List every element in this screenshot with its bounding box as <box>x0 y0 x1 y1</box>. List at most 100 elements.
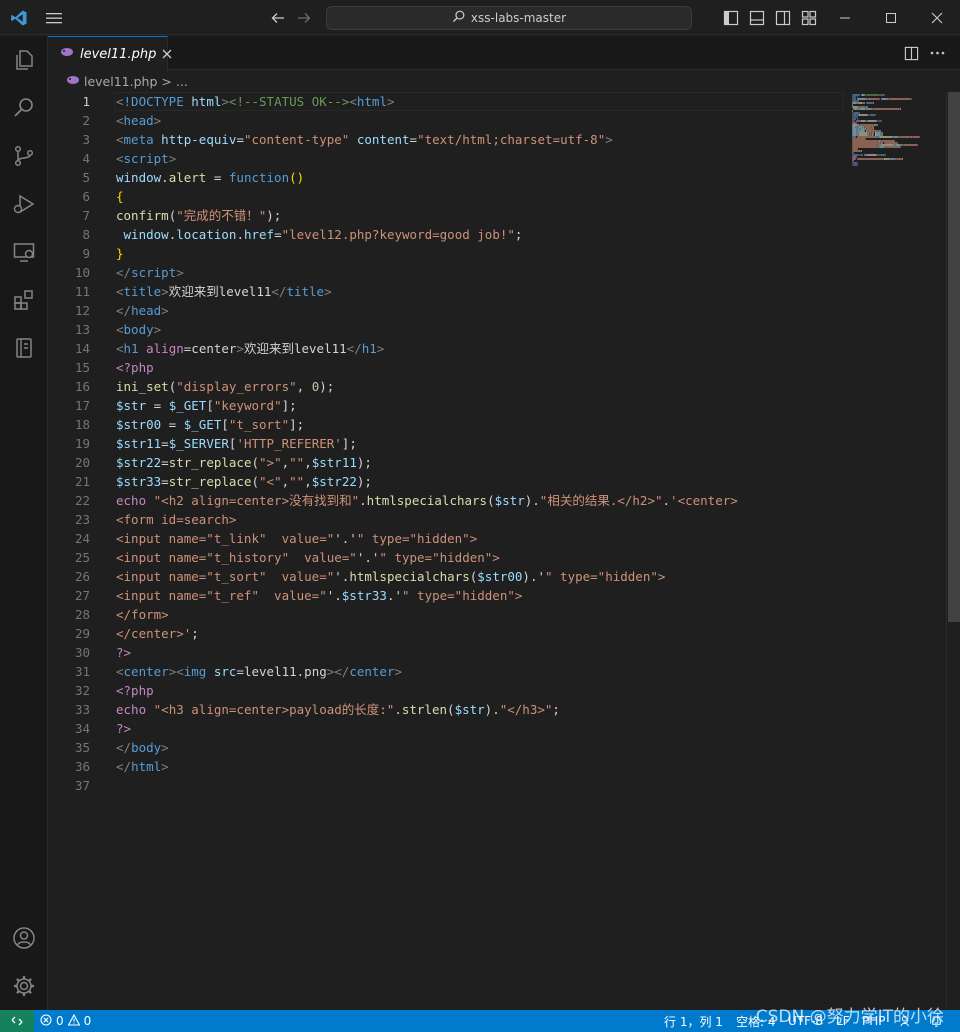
code-line[interactable]: </body> <box>116 738 169 757</box>
minimize-icon[interactable] <box>822 0 868 35</box>
code-line[interactable]: $str00 = $_GET["t_sort"]; <box>116 415 304 434</box>
code-line[interactable]: </script> <box>116 263 184 282</box>
code-token: </ <box>271 284 287 299</box>
code-line[interactable]: <input name="t_link" value="'.'" type="h… <box>116 529 477 548</box>
code-token: " type="hidden"> <box>379 550 500 565</box>
command-center-search[interactable]: xss-labs-master <box>326 6 692 30</box>
code-token: 欢迎来到level11 <box>243 341 347 356</box>
maximize-icon[interactable] <box>868 0 914 35</box>
line-number: 28 <box>74 607 90 622</box>
tab-level11-php[interactable]: level11.php <box>48 36 172 71</box>
code-line[interactable]: ?> <box>116 643 131 662</box>
code-line[interactable]: </form> <box>116 605 169 624</box>
code-line[interactable]: <center><img src=level11.png></center> <box>116 662 402 681</box>
code-line[interactable]: <h1 align=center>欢迎来到level11</h1> <box>116 339 384 358</box>
code-line[interactable]: <input name="t_history" value="'.'" type… <box>116 548 500 567</box>
title-bar: xss-labs-master <box>0 0 960 35</box>
breadcrumb-symbols[interactable]: ... <box>176 74 188 89</box>
code-line[interactable]: { <box>116 187 124 206</box>
code-token: " type="hidden"> <box>545 569 666 584</box>
code-line[interactable]: </center>'; <box>116 624 199 643</box>
code-token: > <box>221 94 229 109</box>
code-token: <input name="t_ref" value=" <box>116 588 327 603</box>
menu-icon[interactable] <box>40 0 68 35</box>
code-line[interactable]: echo "<h2 align=center>没有找到和".htmlspecia… <box>116 491 738 510</box>
toggle-panel-icon[interactable] <box>744 0 770 35</box>
code-token: head <box>131 303 162 318</box>
close-tab-icon[interactable] <box>162 45 172 63</box>
code-token: head <box>123 113 154 128</box>
minimap[interactable] <box>848 92 944 172</box>
code-token: ); <box>266 208 282 223</box>
code-line[interactable]: <head> <box>116 111 161 130</box>
minimap-mark <box>902 158 904 160</box>
minimap-mark <box>885 154 887 156</box>
explorer-icon[interactable] <box>0 36 48 84</box>
code-line[interactable]: $str33=str_replace("<","",$str22); <box>116 472 372 491</box>
code-line[interactable]: <script> <box>116 149 176 168</box>
accounts-icon[interactable] <box>0 914 48 962</box>
toggle-primary-sidebar-icon[interactable] <box>718 0 744 35</box>
scrollbar-thumb[interactable] <box>948 92 960 622</box>
minimap-mark <box>888 98 911 100</box>
code-token: "text/html;charset=utf-8" <box>417 132 606 147</box>
toggle-secondary-sidebar-icon[interactable] <box>770 0 796 35</box>
back-arrow-icon[interactable] <box>266 0 290 35</box>
code-token: echo <box>116 493 147 508</box>
code-line[interactable]: $str = $_GET["keyword"]; <box>116 396 297 415</box>
remote-indicator-icon[interactable] <box>0 1010 34 1032</box>
code-token: > <box>236 341 244 356</box>
code-token: h1 <box>361 341 377 356</box>
line-number: 10 <box>74 265 90 280</box>
problems-indicator[interactable]: 0 0 <box>40 1010 91 1032</box>
code-token: str_replace <box>168 474 252 489</box>
code-token: = <box>274 227 282 242</box>
code-line[interactable]: <!DOCTYPE html><!--STATUS OK--><html> <box>116 92 395 111</box>
code-line[interactable]: } <box>116 244 124 263</box>
more-actions-icon[interactable] <box>924 36 950 70</box>
code-line[interactable]: <?php <box>116 681 154 700</box>
code-token: = <box>161 436 169 451</box>
minimap-mark <box>858 114 869 116</box>
code-line[interactable]: <meta http-equiv="content-type" content=… <box>116 130 613 149</box>
code-line[interactable]: </html> <box>116 757 169 776</box>
settings-gear-icon[interactable] <box>0 962 48 1010</box>
code-token: $str11 <box>116 436 162 451</box>
customize-layout-icon[interactable] <box>796 0 822 35</box>
code-line[interactable]: window.location.href="level12.php?keywor… <box>116 225 523 244</box>
code-line[interactable]: ini_set("display_errors", 0); <box>116 377 334 396</box>
code-line[interactable]: <?php <box>116 358 154 377</box>
code-line[interactable]: window.alert = function() <box>116 168 304 187</box>
code-line[interactable]: </head> <box>116 301 169 320</box>
breadcrumb-file[interactable]: level11.php <box>84 74 157 89</box>
split-editor-icon[interactable] <box>898 36 924 70</box>
forward-arrow-icon[interactable] <box>292 0 316 35</box>
code-token: > <box>324 284 332 299</box>
code-line[interactable]: <input name="t_sort" value="'.htmlspecia… <box>116 567 665 586</box>
error-count: 0 <box>56 1014 64 1028</box>
line-number: 22 <box>74 493 90 508</box>
code-line[interactable]: $str22=str_replace(">","",$str11); <box>116 453 372 472</box>
code-line[interactable]: <input name="t_ref" value="'.$str33.'" t… <box>116 586 522 605</box>
code-line[interactable]: confirm("完成的不错！"); <box>116 206 281 225</box>
watermark: CSDN @努力学IT的小徐 <box>755 1007 944 1027</box>
close-window-icon[interactable] <box>914 0 960 35</box>
cursor-position[interactable]: 行 1，列 1 <box>664 1010 723 1032</box>
code-line[interactable]: <body> <box>116 320 161 339</box>
code-token: </center>' <box>116 626 192 641</box>
code-line[interactable]: $str11=$_SERVER['HTTP_REFERER']; <box>116 434 357 453</box>
code-line[interactable]: echo "<h3 align=center>payload的长度:".strl… <box>116 700 560 719</box>
code-token: "</h3>" <box>499 702 553 717</box>
code-line[interactable]: <title>欢迎来到level11</title> <box>116 282 332 301</box>
code-token: ?> <box>116 721 132 736</box>
minimap-mark <box>860 154 863 156</box>
line-number: 12 <box>74 303 90 318</box>
code-line[interactable]: <form id=search> <box>116 510 236 529</box>
line-number: 37 <box>74 778 90 793</box>
code-line[interactable]: ?> <box>116 719 131 738</box>
code-editor[interactable]: 1 2 3 4 5 6 7 8 9 10 11 12 13 14 15 16 17 18 19 20 21 22 23 24 2… <box>48 92 960 1010</box>
vertical-scrollbar[interactable] <box>946 92 960 1010</box>
line-number: 7 <box>82 208 90 223</box>
code-token: . <box>161 170 169 185</box>
code-token: "完成的不错！" <box>176 208 267 223</box>
